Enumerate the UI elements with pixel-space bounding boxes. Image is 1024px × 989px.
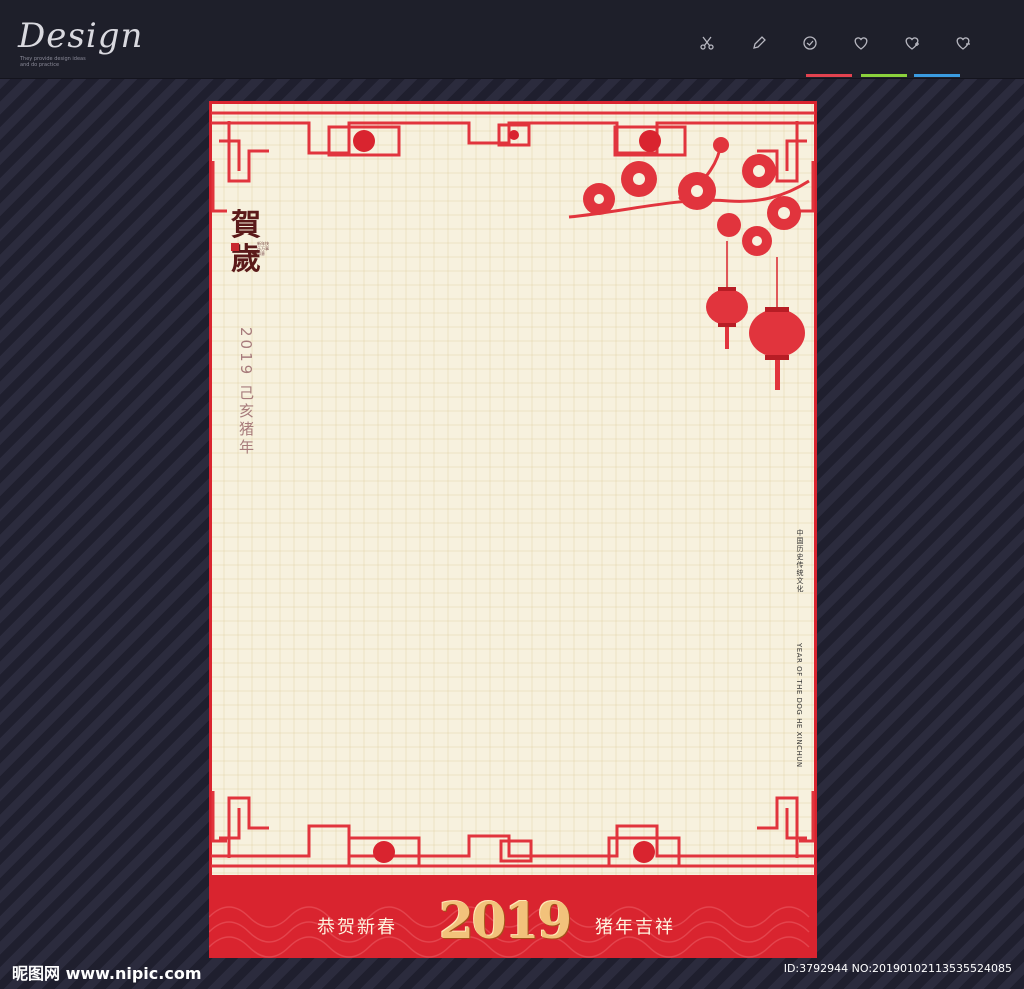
site-logo[interactable]: Design They provide design ideas and do … [18,12,142,72]
underline-green [861,74,907,77]
banner-greeting-right: 猪年吉祥 [595,917,675,938]
pencil-icon[interactable] [746,30,772,56]
lanterns [706,241,805,390]
vertical-right-en: YEAR OF THE DOG HE XINCHUN [795,643,803,768]
watermark-right: ID:3792944 NO:20190102113535524085 [783,962,1012,975]
banner-greeting-left: 恭贺新春 [317,917,397,938]
logo-word: Design [18,16,144,56]
vertical-year-text: 2019 己亥猪年 [237,327,255,457]
logo-tagline: They provide design ideas and do practic… [20,56,86,68]
tool-group [686,30,986,80]
heart-plus-icon[interactable] [899,30,925,56]
vertical-right-cn: 中国历史传统文化 [796,529,804,593]
red-frame-illustration [209,101,817,879]
scissors-icon[interactable] [694,30,720,56]
banner-year: 2019 [439,891,572,950]
red-seal-stamp [231,243,239,251]
underline-blue [914,74,960,77]
new-year-card: 賀歲 新年快乐万事如意 2019 己亥猪年 中国历史传统文化 YEAR OF T… [209,101,817,958]
he-sui-small-text: 新年快乐万事如意 [257,241,269,256]
check-circle-icon[interactable] [797,30,823,56]
heart-minus-icon[interactable] [950,30,976,56]
heart-icon[interactable] [848,30,874,56]
watermark-left: 昵图网 www.nipic.com [12,964,202,983]
top-toolbar: Design They provide design ideas and do … [0,0,1024,79]
underline-red [806,74,852,77]
bottom-banner: 恭贺新春 2019 猪年吉祥 [209,877,817,958]
